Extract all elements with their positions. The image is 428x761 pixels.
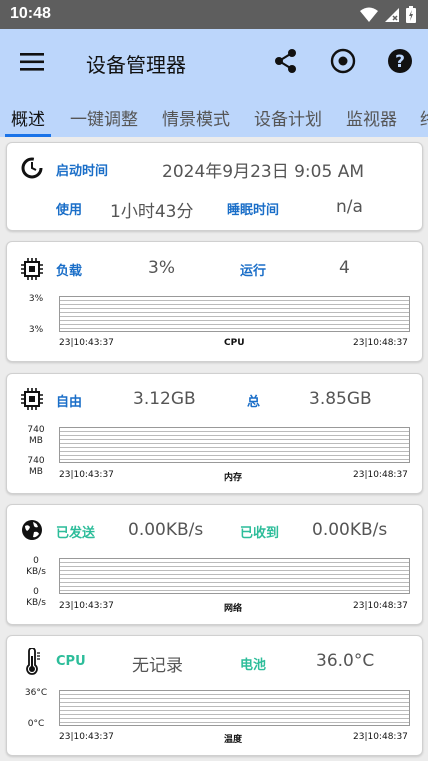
network-sent-value: 0.00KB/s — [128, 520, 204, 540]
memory-card[interactable]: 自由 3.12GB 总 3.85GB 740 MB 740 MB 23|10:4… — [6, 373, 423, 494]
cpu-running-value: 4 — [339, 258, 350, 278]
cpu-load-value: 3% — [148, 258, 175, 278]
network-axis-top: 0 KB/s — [26, 556, 46, 577]
temperature-time-start: 23|10:43:37 — [59, 732, 114, 742]
network-graph-name: 网络 — [224, 604, 243, 614]
temperature-card[interactable]: CPU 无记录 电池 36.0°C 36°C 0°C 23|10:43:37 温… — [6, 635, 423, 756]
memory-time-start: 23|10:43:37 — [59, 470, 114, 480]
tab-overview[interactable]: 概述 — [11, 105, 45, 130]
cpu-graph — [59, 296, 410, 332]
tab-profiles[interactable]: 情景模式 — [162, 105, 230, 130]
use-label: 使用 — [56, 203, 83, 218]
memory-axis-top: 740 MB — [27, 425, 45, 446]
network-received-value: 0.00KB/s — [312, 520, 388, 540]
memory-free-value: 3.12GB — [133, 389, 196, 409]
cpu-load-label: 负载 — [56, 264, 83, 279]
cpu-running-label: 运行 — [240, 264, 267, 279]
record-icon[interactable] — [329, 47, 357, 75]
battery-icon — [406, 6, 416, 23]
battery-temp-label: 电池 — [240, 658, 267, 673]
app-title: 设备管理器 — [86, 53, 186, 77]
cpu-card[interactable]: 负载 3% 运行 4 3% 3% 23|10:43:37 CPU 23|10:4… — [6, 241, 423, 362]
tab-schedule[interactable]: 设备计划 — [254, 105, 322, 130]
memory-total-value: 3.85GB — [309, 389, 372, 409]
network-received-label: 已收到 — [240, 526, 280, 541]
cpu-temp-value: 无记录 — [132, 656, 183, 676]
memory-graph — [59, 427, 410, 463]
hamburger-menu-icon[interactable] — [20, 51, 46, 73]
tab-bar: 概述 一键调整 情景模式 设备计划 监视器 终 — [0, 95, 428, 137]
memory-free-label: 自由 — [56, 395, 83, 410]
uptime-card[interactable]: 启动时间 2024年9月23日 9:05 AM 使用 1小时43分 睡眠时间 n… — [6, 142, 423, 231]
memory-time-end: 23|10:48:37 — [353, 470, 408, 480]
cellular-icon — [385, 7, 399, 22]
temperature-graph — [59, 690, 410, 726]
clock-ring-icon — [21, 157, 43, 179]
memory-axis-bottom: 740 MB — [27, 456, 45, 477]
status-icons — [360, 6, 416, 23]
start-time-label: 启动时间 — [56, 164, 109, 179]
temperature-axis-bottom: 0°C — [27, 719, 45, 729]
memory-total-label: 总 — [247, 395, 261, 410]
temperature-axis-top: 36°C — [24, 688, 48, 698]
network-graph — [59, 558, 410, 594]
memory-chip-icon — [21, 388, 43, 410]
tab-more[interactable]: 终 — [420, 105, 428, 130]
thermometer-icon — [26, 648, 40, 675]
tab-one-click-tune[interactable]: 一键调整 — [70, 105, 138, 130]
network-sent-label: 已发送 — [56, 526, 96, 541]
battery-temp-value: 36.0°C — [316, 651, 375, 671]
share-icon[interactable] — [272, 47, 300, 75]
network-time-end: 23|10:48:37 — [353, 601, 408, 611]
sleep-time-value: n/a — [336, 197, 363, 217]
cpu-axis-bottom: 3% — [28, 325, 44, 335]
cpu-time-start: 23|10:43:37 — [59, 338, 114, 348]
network-axis-bottom: 0 KB/s — [26, 587, 46, 608]
chip-icon — [21, 258, 43, 280]
cpu-axis-top: 3% — [28, 294, 44, 304]
cpu-graph-name: CPU — [224, 338, 245, 348]
use-value: 1小时43分 — [110, 202, 194, 222]
temperature-time-end: 23|10:48:37 — [353, 732, 408, 742]
cpu-time-end: 23|10:48:37 — [353, 338, 408, 348]
memory-graph-name: 内存 — [224, 473, 243, 483]
status-time: 10:48 — [10, 5, 51, 22]
app-bar: 设备管理器 ? — [0, 29, 428, 95]
sleep-time-label: 睡眠时间 — [227, 203, 280, 218]
tab-indicator — [5, 134, 51, 137]
tab-monitor[interactable]: 监视器 — [346, 105, 397, 130]
network-card[interactable]: 已发送 0.00KB/s 已收到 0.00KB/s 0 KB/s 0 KB/s … — [6, 504, 423, 625]
svg-text:?: ? — [395, 52, 405, 72]
status-bar: 10:48 — [0, 0, 428, 29]
globe-icon — [22, 520, 42, 540]
temperature-graph-name: 温度 — [224, 735, 243, 745]
network-time-start: 23|10:43:37 — [59, 601, 114, 611]
cpu-temp-label: CPU — [56, 654, 86, 669]
start-time-value: 2024年9月23日 9:05 AM — [162, 162, 364, 182]
help-icon[interactable]: ? — [386, 47, 414, 75]
wifi-icon — [360, 7, 378, 22]
